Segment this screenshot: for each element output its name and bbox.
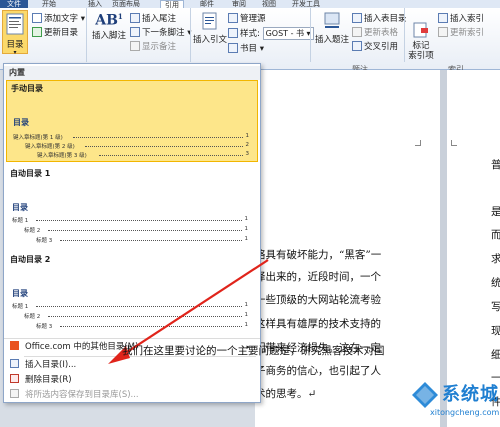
windows-logo-icon xyxy=(412,382,438,408)
paragraph-line: 我们在这里要讨论的一个主要问题是，研究黑客技术对国 xyxy=(122,345,385,357)
annotation-arrow xyxy=(108,259,269,364)
arrow-shaft xyxy=(123,259,269,355)
watermark-title: 系统城 xyxy=(442,384,499,405)
watermark-url: xitongcheng.com xyxy=(430,408,500,417)
watermark-logo: 系统城 xitongcheng.com xyxy=(410,378,500,426)
